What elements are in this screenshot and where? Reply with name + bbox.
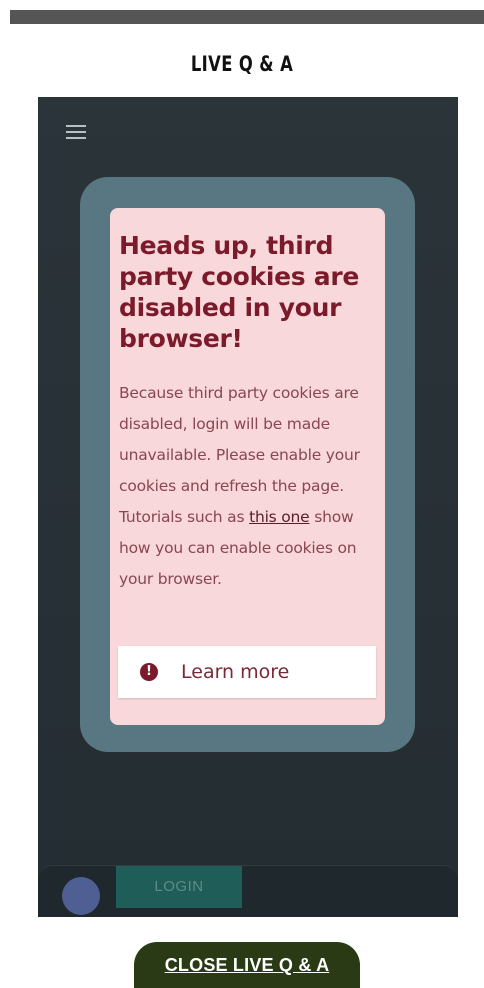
menu-line (66, 125, 86, 127)
cookie-warning-modal: Heads up, third party cookies are disabl… (80, 177, 415, 752)
top-status-bar (10, 10, 484, 24)
login-button[interactable]: LOGIN (116, 866, 242, 908)
bottom-bar: LOGIN (38, 865, 458, 917)
menu-line (66, 131, 86, 133)
modal-heading: Heads up, third party cookies are disabl… (119, 231, 360, 353)
modal-body-text: Because third party cookies are disabled… (119, 384, 360, 526)
close-live-qa-label: CLOSE LIVE Q & A (164, 955, 330, 975)
modal-body: Because third party cookies are disabled… (119, 378, 375, 595)
learn-more-button[interactable]: ! Learn more (118, 646, 376, 698)
cookie-warning-card: Heads up, third party cookies are disabl… (110, 208, 385, 725)
info-icon: ! (140, 663, 158, 681)
menu-line (66, 137, 86, 139)
tutorial-link[interactable]: this one (249, 508, 310, 526)
page-title: LIVE Q & A (190, 52, 294, 76)
avatar-icon[interactable] (62, 877, 100, 915)
learn-more-label: Learn more (181, 661, 290, 683)
hamburger-menu-icon[interactable] (66, 125, 86, 140)
close-live-qa-button[interactable]: CLOSE LIVE Q & A (134, 942, 360, 988)
embedded-app-frame: Heads up, third party cookies are disabl… (38, 97, 458, 917)
